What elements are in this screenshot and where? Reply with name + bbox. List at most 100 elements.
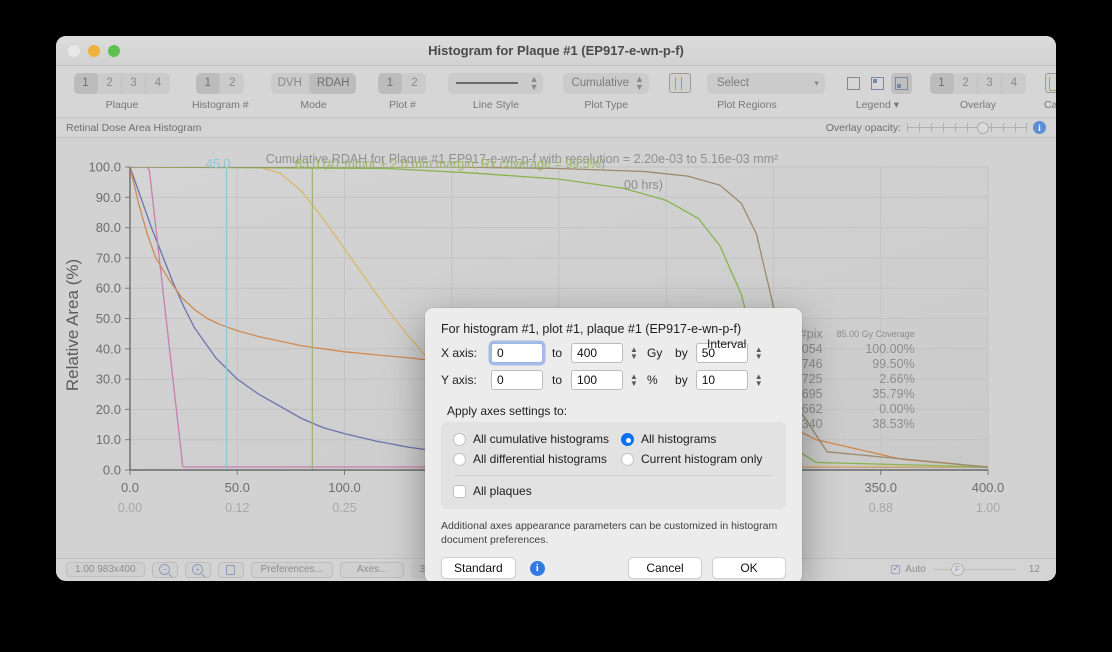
radio-all-cumulative[interactable]: All cumulative histograms	[453, 432, 621, 446]
calc-icon[interactable]	[1045, 73, 1056, 93]
f-slider-knob[interactable]: F	[951, 563, 964, 576]
y-tick-label: 60.0	[96, 281, 121, 296]
x-tick-label: 100.0	[328, 480, 361, 495]
y-axis-interval-input[interactable]: 10	[696, 370, 748, 390]
plaque-option-3[interactable]: 3	[122, 73, 146, 94]
checkbox-all-plaques[interactable]: All plaques	[453, 484, 774, 498]
cell-coverage: 2.66%	[830, 371, 922, 386]
radio-current-only[interactable]: Current histogram only	[621, 452, 774, 466]
overlay-option-1[interactable]: 1	[930, 73, 954, 94]
x-axis-from-input[interactable]: 0	[491, 343, 543, 363]
standard-button[interactable]: Standard	[441, 557, 516, 579]
x-tick-label: 350.0	[864, 480, 897, 495]
minimize-window-button[interactable]	[88, 45, 100, 57]
toolbar-group-plot-number: 1 2 Plot #	[378, 72, 426, 111]
histogram-number-option-1[interactable]: 1	[196, 73, 220, 94]
plot-number-segmented-control[interactable]: 1 2	[378, 73, 426, 94]
auto-checkbox[interactable]	[891, 565, 900, 574]
y-tick-label: 30.0	[96, 372, 121, 387]
cell-coverage: 0.00%	[830, 401, 922, 416]
info-icon[interactable]: i	[530, 561, 545, 576]
legend-buttons[interactable]	[843, 73, 912, 94]
chevron-updown-icon: ▲▼	[635, 75, 644, 91]
mode-option-rdah[interactable]: RDAH	[310, 73, 357, 94]
y-axis-interval-stepper[interactable]: ▲▼	[752, 370, 766, 390]
radio-label: Current histogram only	[641, 452, 762, 466]
x-tick-label-normalized: 0.12	[225, 501, 249, 515]
radio-icon[interactable]	[621, 453, 634, 466]
overlay-opacity-control: Overlay opacity: i	[826, 121, 1046, 134]
x-axis-unit: Gy	[647, 346, 663, 360]
histogram-window: Histogram for Plaque #1 (EP917-e-wn-p-f)…	[56, 36, 1056, 581]
cell-coverage: 99.50%	[830, 356, 922, 371]
x-tick-label: 0.0	[121, 480, 139, 495]
y-axis-label: Relative Area (%)	[63, 259, 82, 391]
y-axis-to-input[interactable]: 100	[571, 370, 623, 390]
slider-knob[interactable]	[977, 122, 989, 134]
checkbox-icon[interactable]	[453, 485, 466, 498]
hours-label: 00 hrs)	[624, 178, 663, 192]
f-slider[interactable]: F	[933, 563, 1016, 576]
mode-segmented-control[interactable]: DVH RDAH	[271, 73, 357, 94]
plaque-segmented-control[interactable]: 1 2 3 4	[74, 73, 170, 94]
zoom-out-button[interactable]: −	[152, 562, 178, 578]
zoom-out-icon: −	[162, 566, 167, 574]
histogram-number-segmented-control[interactable]: 1 2	[196, 73, 244, 94]
overlay-option-2[interactable]: 2	[954, 73, 978, 94]
preferences-button[interactable]: Preferences...	[251, 562, 333, 578]
auto-label: Auto	[905, 564, 926, 575]
overlay-option-3[interactable]: 3	[978, 73, 1002, 94]
scale-info-field: 1.00 983x400	[66, 562, 145, 577]
legend-group-label[interactable]: Legend ▾	[856, 99, 899, 111]
legend-option-none[interactable]	[843, 73, 864, 94]
overlay-option-4[interactable]: 4	[1002, 73, 1026, 94]
legend-option-top[interactable]	[867, 73, 888, 94]
radio-all-histograms[interactable]: All histograms	[621, 432, 774, 446]
plot-type-popup[interactable]: Cumulative ▲▼	[563, 73, 648, 94]
plaque-option-2[interactable]: 2	[98, 73, 122, 94]
radio-all-differential[interactable]: All differential histograms	[453, 452, 621, 466]
plaque-option-4[interactable]: 4	[146, 73, 170, 94]
radio-icon[interactable]	[453, 453, 466, 466]
y-axis-to-label: to	[552, 373, 562, 387]
plot-regions-icon[interactable]	[669, 73, 691, 93]
legend-col-coverage: 85.00 Gy Coverage	[830, 326, 922, 341]
plot-regions-select[interactable]: Select ▾	[707, 73, 825, 94]
overlay-opacity-slider[interactable]	[907, 122, 1027, 134]
x-axis-to-stepper[interactable]: ▲▼	[627, 343, 641, 363]
x-axis-to-input[interactable]: 400	[571, 343, 623, 363]
y-axis-to-stepper[interactable]: ▲▼	[627, 370, 641, 390]
plot-area: 0.010.020.030.040.050.060.070.080.090.01…	[56, 138, 1056, 558]
maximize-window-button[interactable]	[108, 45, 120, 57]
home-button[interactable]	[218, 562, 244, 578]
mode-option-dvh[interactable]: DVH	[271, 73, 310, 94]
plot-number-option-2[interactable]: 2	[402, 73, 426, 94]
axes-button[interactable]: Axes...	[340, 562, 405, 578]
x-tick-label: 50.0	[225, 480, 250, 495]
close-window-button[interactable]	[68, 45, 80, 57]
y-axis-from-input[interactable]: 0	[491, 370, 543, 390]
y-tick-label: 90.0	[96, 190, 121, 205]
plot-number-option-1[interactable]: 1	[378, 73, 402, 94]
y-tick-label: 100.0	[88, 160, 121, 175]
y-tick-label: 40.0	[96, 341, 121, 356]
plaque-option-1[interactable]: 1	[74, 73, 98, 94]
mode-group-label: Mode	[300, 99, 326, 111]
x-tick-label-normalized: 1.00	[976, 501, 1000, 515]
overlay-segmented-control[interactable]: 1 2 3 4	[930, 73, 1026, 94]
y-axis-label: Y axis:	[441, 373, 491, 387]
ok-button[interactable]: OK	[712, 557, 786, 579]
chevron-updown-icon: ▲▼	[530, 75, 539, 91]
line-style-popup[interactable]: ▲▼	[448, 73, 543, 94]
zoom-in-button[interactable]: +	[185, 562, 211, 578]
radio-label: All histograms	[641, 432, 716, 446]
legend-option-bottom[interactable]	[891, 73, 912, 94]
x-axis-by-label: by	[675, 346, 688, 360]
histogram-number-option-2[interactable]: 2	[220, 73, 244, 94]
window-titlebar: Histogram for Plaque #1 (EP917-e-wn-p-f)	[56, 36, 1056, 66]
x-axis-interval-stepper[interactable]: ▲▼	[752, 343, 766, 363]
info-icon[interactable]: i	[1033, 121, 1046, 134]
radio-icon-selected[interactable]	[621, 433, 634, 446]
radio-icon[interactable]	[453, 433, 466, 446]
cancel-button[interactable]: Cancel	[628, 557, 702, 579]
